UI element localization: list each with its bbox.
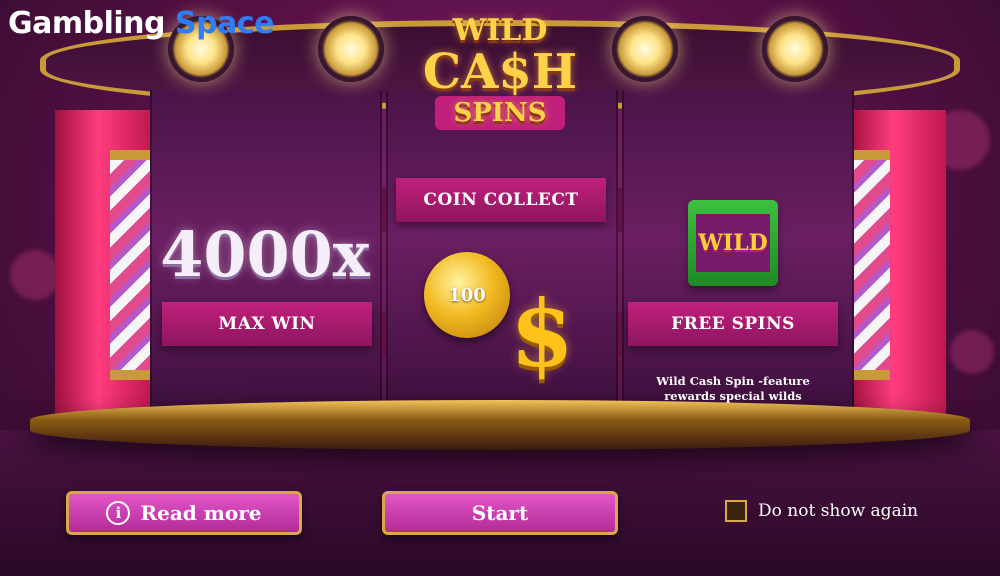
game-logo-line1: WILD — [452, 13, 548, 48]
marquee-bulb-icon — [762, 16, 828, 82]
game-logo-line2: CA$H — [422, 44, 578, 100]
dollar-symbol-icon: $ — [510, 280, 575, 388]
brand-name-part2: Space — [174, 6, 274, 41]
do-not-show-again-label[interactable]: Do not show again — [758, 501, 918, 521]
read-more-button[interactable]: i Read more — [66, 491, 302, 535]
brand-name-part1: Gambling — [8, 6, 166, 41]
game-logo-line3: SPINS — [435, 96, 565, 130]
bokeh-light — [950, 330, 994, 374]
max-win-ribbon: MAX WIN — [146, 302, 388, 356]
coin-value: 100 — [448, 284, 486, 306]
info-icon: i — [106, 501, 131, 525]
left-candy-pole — [110, 150, 150, 380]
start-button[interactable]: Start — [382, 491, 618, 535]
right-candy-pole — [850, 150, 890, 380]
stage-base — [30, 400, 970, 450]
game-logo: WILD CA$H SPINS — [400, 14, 600, 154]
max-win-value: 4000x — [160, 218, 370, 291]
brand-logo: Gambling Space — [8, 6, 274, 41]
marquee-bulb-icon — [318, 16, 384, 82]
wild-symbol-icon: WILD — [688, 200, 778, 286]
coin-icon: 100 — [424, 252, 510, 338]
free-spins-ribbon: FREE SPINS — [612, 302, 854, 356]
do-not-show-again-checkbox[interactable] — [725, 500, 747, 522]
marquee-bulb-icon — [612, 16, 678, 82]
free-spins-description: Wild Cash Spin -feature rewards special … — [656, 374, 810, 403]
max-win-label: MAX WIN — [218, 314, 316, 334]
coin-collect-ribbon: COIN COLLECT — [380, 178, 622, 232]
read-more-label: Read more — [140, 501, 262, 525]
wild-symbol-text: WILD — [696, 214, 770, 272]
start-label: Start — [471, 501, 529, 525]
free-spins-label: FREE SPINS — [671, 314, 795, 334]
coin-collect-label: COIN COLLECT — [423, 190, 579, 210]
bokeh-light — [10, 250, 60, 300]
